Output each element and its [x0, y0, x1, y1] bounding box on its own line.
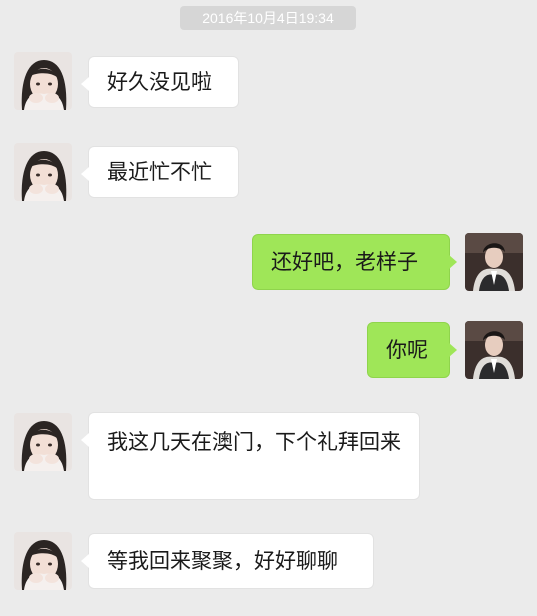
girl-avatar-icon[interactable] — [14, 532, 72, 590]
message-text: 你呢 — [386, 338, 428, 362]
girl-avatar-icon[interactable] — [14, 413, 72, 471]
message-text: 好久没见啦 — [107, 70, 212, 94]
message-bubble-incoming[interactable]: 等我回来聚聚，好好聊聊 — [81, 533, 374, 589]
girl-avatar-icon[interactable] — [14, 143, 72, 201]
chat-timestamp: 2016年10月4日19:34 — [180, 6, 356, 30]
message-bubble-outgoing[interactable]: 你呢 — [367, 322, 457, 378]
message-bubble-incoming[interactable]: 最近忙不忙 — [81, 146, 239, 198]
message-bubble-incoming[interactable]: 我这几天在澳门，下个礼拜回来 — [81, 412, 420, 500]
message-text: 还好吧，老样子 — [271, 250, 418, 274]
man-avatar-icon[interactable] — [465, 321, 523, 379]
girl-avatar-icon[interactable] — [14, 52, 72, 110]
message-text: 等我回来聚聚，好好聊聊 — [107, 549, 338, 573]
message-bubble-outgoing[interactable]: 还好吧，老样子 — [252, 234, 457, 290]
message-text: 最近忙不忙 — [107, 160, 212, 184]
message-text: 我这几天在澳门，下个礼拜回来 — [107, 430, 401, 454]
man-avatar-icon[interactable] — [465, 233, 523, 291]
message-bubble-incoming[interactable]: 好久没见啦 — [81, 56, 239, 108]
